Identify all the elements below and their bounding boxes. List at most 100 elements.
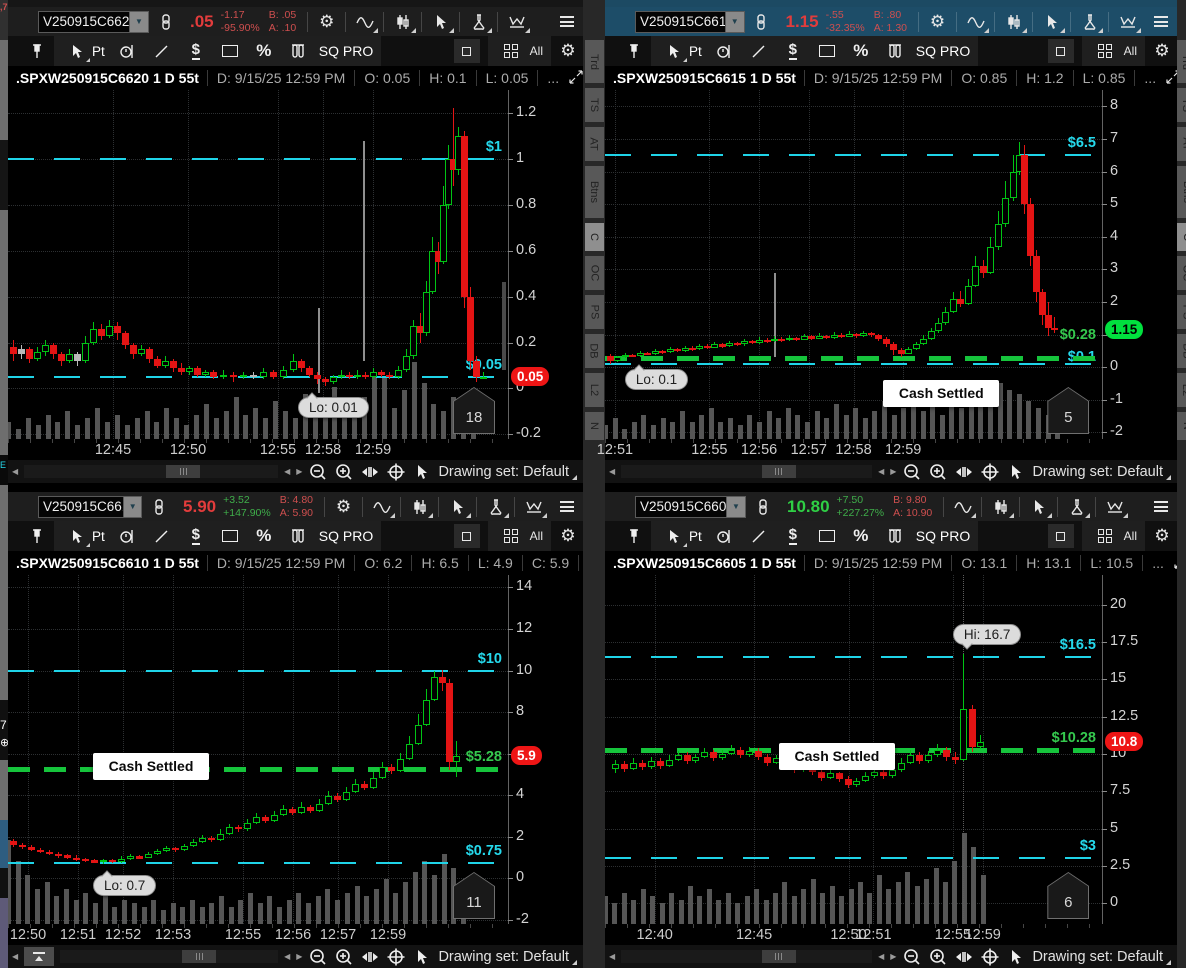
cursor-tool-icon[interactable] <box>1035 8 1068 36</box>
cursor-tool-icon[interactable] <box>1022 493 1055 521</box>
pattern-icon[interactable] <box>1098 493 1131 521</box>
pattern-icon[interactable] <box>500 8 533 36</box>
symbol-dropdown-button[interactable]: ▼ <box>130 11 149 33</box>
sidebar-tab-ps[interactable]: PS <box>1177 295 1186 329</box>
trendline-tool-icon[interactable] <box>744 38 774 64</box>
candle-type-icon[interactable] <box>984 493 1017 521</box>
symbol-input[interactable]: V250915C6615 <box>635 11 726 33</box>
sidebar-tab-trd[interactable]: Trd <box>1177 40 1186 83</box>
zoom-in-icon[interactable] <box>334 462 354 482</box>
chart-plot[interactable]: $6.5$0.1$0.28Cash SettledLo: 0.15 <box>605 90 1102 439</box>
step-right-arrow[interactable]: ▶ <box>890 467 896 476</box>
link-icon[interactable] <box>149 8 182 36</box>
cursor-tool-icon[interactable] <box>441 493 474 521</box>
price-axis[interactable]: 2017.51512.5107.552.5010.8 <box>1102 575 1177 924</box>
chart-area[interactable]: $1$0.05Lo: 0.0118 1.210.80.60.40.20-0.20… <box>8 90 583 439</box>
expand-horizontal-icon[interactable] <box>954 947 974 967</box>
sidebar-tab-oc[interactable]: OC <box>1177 256 1186 290</box>
sidebar-tab-at[interactable]: AT <box>1177 127 1186 161</box>
menu-icon[interactable] <box>550 493 583 521</box>
zoom-out-icon[interactable] <box>308 947 328 967</box>
price-axis[interactable]: 14121086420-25.9 <box>508 575 583 924</box>
sidebar-tab-db[interactable]: DB <box>1177 334 1186 368</box>
crosshair-icon[interactable] <box>980 462 1000 482</box>
sidebar-tab-db[interactable]: DB <box>585 334 604 368</box>
sidebar-tab-btns[interactable]: Btns <box>585 166 604 218</box>
link-icon[interactable] <box>745 8 778 36</box>
rectangle-tool-icon[interactable] <box>812 38 842 64</box>
zoom-in-icon[interactable] <box>928 947 948 967</box>
pointer-tool-icon[interactable] <box>659 523 689 549</box>
gear-icon[interactable]: ⚙ <box>327 493 360 521</box>
vertical-scrollbar[interactable] <box>502 282 506 370</box>
candle-type-icon[interactable] <box>997 8 1030 36</box>
sidebar-tab-n[interactable]: N <box>1177 412 1186 440</box>
zoom-in-icon[interactable] <box>928 462 948 482</box>
studies-flask-icon[interactable] <box>462 8 495 36</box>
chart-area[interactable]: $6.5$0.1$0.28Cash SettledLo: 0.15 876543… <box>605 90 1177 439</box>
grid-layout-icon[interactable] <box>496 38 526 64</box>
time-axis[interactable]: 12:4012:4512:5012:5112:5512:59 <box>605 924 1102 945</box>
rectangle-tool-icon[interactable] <box>812 523 842 549</box>
sidebar-tab-btns[interactable]: Btns <box>1177 166 1186 218</box>
reset-view-button[interactable] <box>24 947 54 966</box>
toolbar-gear-icon[interactable]: ⚙ <box>1147 523 1177 549</box>
cursor-icon[interactable] <box>1006 947 1026 967</box>
rectangle-tool-icon[interactable] <box>215 523 245 549</box>
symbol-dropdown-button[interactable]: ▼ <box>727 496 746 518</box>
symbol-input[interactable]: V250915C6620 <box>38 11 130 33</box>
crosshair-icon[interactable] <box>386 947 406 967</box>
sidebar-tab-c[interactable]: C <box>1177 223 1186 251</box>
zoom-in-icon[interactable] <box>334 947 354 967</box>
sidebar-tab-l2[interactable]: L2 <box>585 373 604 407</box>
link-icon[interactable] <box>142 493 175 521</box>
chart-plot[interactable]: $10$0.75$5.28Cash SettledLo: 0.711 <box>8 575 508 924</box>
grid-layout-icon[interactable] <box>496 523 526 549</box>
time-axis[interactable]: 12:4512:5012:5512:5812:59 <box>8 439 508 460</box>
scrollbar-thumb[interactable] <box>182 950 216 963</box>
single-chart-button[interactable] <box>1048 39 1074 63</box>
chart-area[interactable]: $10$0.75$5.28Cash SettledLo: 0.711 14121… <box>8 575 583 924</box>
time-scrollbar[interactable] <box>621 465 872 478</box>
step-right-arrow[interactable]: ▶ <box>296 467 302 476</box>
time-scrollbar[interactable] <box>60 950 278 963</box>
pin-icon[interactable] <box>619 38 649 64</box>
sidebar-tab-ts[interactable]: TS <box>1177 88 1186 122</box>
symbol-input[interactable]: V250915C6610 <box>38 496 124 518</box>
squeeze-pro-icon[interactable] <box>283 523 313 549</box>
chart-style-icon[interactable] <box>959 8 992 36</box>
percent-tool-icon[interactable]: % <box>249 38 279 64</box>
trendline-tool-icon[interactable] <box>147 523 177 549</box>
sidebar-tab-trd[interactable]: Trd <box>585 40 604 83</box>
sidebar-tab-oc[interactable]: OC <box>585 256 604 290</box>
chart-style-icon[interactable] <box>365 493 398 521</box>
rectangle-tool-icon[interactable] <box>215 38 245 64</box>
step-left-arrow[interactable]: ◀ <box>878 952 884 961</box>
time-level-icon[interactable] <box>710 38 740 64</box>
link-icon[interactable] <box>746 493 779 521</box>
scrollbar-thumb[interactable] <box>762 465 796 478</box>
pattern-icon[interactable] <box>1111 8 1144 36</box>
price-axis[interactable]: 876543210-1-21.15 <box>1102 90 1177 439</box>
squeeze-pro-icon[interactable] <box>880 523 910 549</box>
time-axis[interactable]: 12:5112:5512:5612:5712:5812:59 <box>605 439 1102 460</box>
drawing-set-label[interactable]: Drawing set: Default <box>438 464 577 480</box>
chart-area[interactable]: $16.5$3$10.28Cash SettledHi: 16.76 2017.… <box>605 575 1177 924</box>
trendline-tool-icon[interactable] <box>744 523 774 549</box>
price-axis[interactable]: 1.210.80.60.40.20-0.20.05 <box>508 90 583 439</box>
step-left-arrow[interactable]: ◀ <box>284 467 290 476</box>
sidebar-tab-c[interactable]: C <box>585 223 604 251</box>
single-chart-button[interactable] <box>454 39 480 63</box>
cursor-tool-icon[interactable] <box>424 8 457 36</box>
time-scrollbar[interactable] <box>621 950 872 963</box>
step-left-arrow[interactable]: ◀ <box>878 467 884 476</box>
scroll-left-arrow[interactable]: ◀ <box>609 952 615 961</box>
drawing-set-label[interactable]: Drawing set: Default <box>438 949 577 965</box>
all-button[interactable]: All <box>1124 44 1137 58</box>
toolbar-gear-icon[interactable]: ⚙ <box>553 523 583 549</box>
grid-layout-icon[interactable] <box>1090 38 1120 64</box>
pointer-tool-icon[interactable] <box>62 523 92 549</box>
drawing-set-label[interactable]: Drawing set: Default <box>1032 464 1171 480</box>
studies-flask-icon[interactable] <box>1073 8 1106 36</box>
pattern-icon[interactable] <box>517 493 550 521</box>
